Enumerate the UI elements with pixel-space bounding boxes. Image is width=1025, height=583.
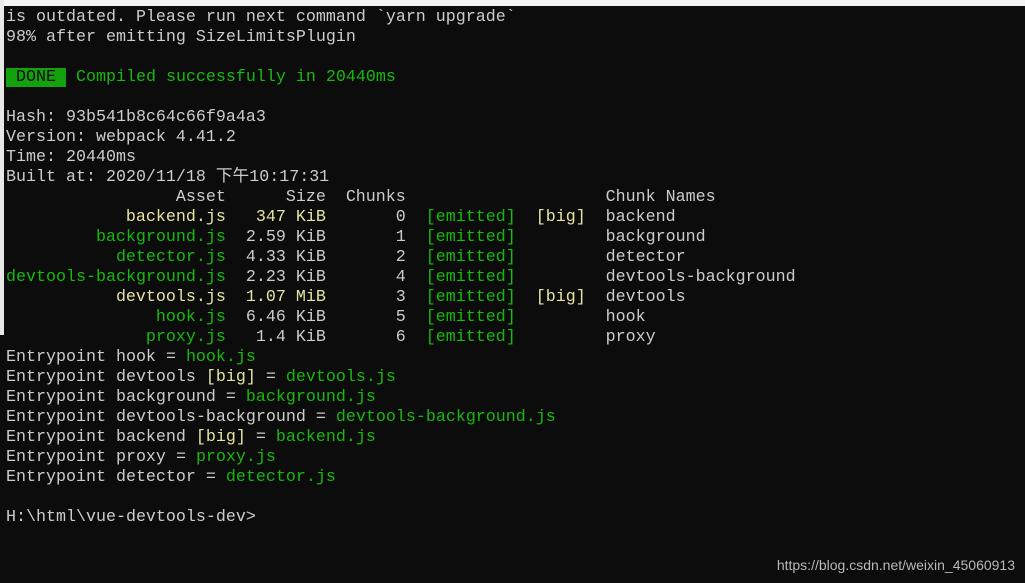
entrypoint-line: Entrypoint devtools [big] = devtools.js bbox=[6, 368, 1025, 388]
entrypoint-line: Entrypoint detector = detector.js bbox=[6, 468, 1025, 488]
window-top-edge bbox=[0, 0, 1025, 6]
hash-line: Hash: 93b541b8c64c66f9a4a3 bbox=[6, 108, 266, 127]
asset-size: 347 KiB bbox=[255, 208, 326, 227]
progress-message: 98% after emitting SizeLimitsPlugin bbox=[6, 28, 356, 47]
big-flag: [big] bbox=[535, 208, 586, 227]
emitted-status: [emitted] bbox=[425, 288, 516, 307]
asset-size: 4.33 KiB bbox=[245, 248, 326, 267]
emitted-status: [emitted] bbox=[425, 228, 516, 247]
entrypoint-file: detector.js bbox=[225, 468, 336, 487]
equals-sign: = bbox=[225, 388, 236, 407]
equals-sign: = bbox=[175, 448, 186, 467]
entrypoint-file: backend.js bbox=[275, 428, 376, 447]
asset-size: 1.4 KiB bbox=[255, 328, 326, 347]
background-window-edge bbox=[0, 0, 4, 335]
entrypoint-file: hook.js bbox=[185, 348, 256, 367]
entrypoint-name: Entrypoint proxy bbox=[6, 448, 166, 467]
outdated-message: is outdated. Please run next command `ya… bbox=[6, 8, 516, 27]
asset-size: 6.46 KiB bbox=[245, 308, 326, 327]
asset-chunks: 4 bbox=[395, 268, 406, 287]
chunk-names: hook bbox=[605, 308, 646, 327]
table-row: detector.js 4.33 KiB 2 [emitted] detecto… bbox=[6, 248, 1025, 268]
asset-name: detector.js bbox=[115, 248, 226, 267]
asset-name: backend.js bbox=[125, 208, 226, 227]
asset-chunks: 5 bbox=[395, 308, 406, 327]
asset-size: 2.59 KiB bbox=[245, 228, 326, 247]
table-row: proxy.js 1.4 KiB 6 [emitted] proxy bbox=[6, 328, 1025, 348]
entrypoint-name: Entrypoint backend bbox=[6, 428, 186, 447]
asset-chunks: 2 bbox=[395, 248, 406, 267]
header-size: Size bbox=[285, 188, 326, 207]
big-flag bbox=[536, 308, 586, 328]
asset-chunks: 1 bbox=[395, 228, 406, 247]
table-row: devtools.js 1.07 MiB 3 [emitted] [big] d… bbox=[6, 288, 1025, 308]
equals-sign: = bbox=[265, 368, 276, 387]
version-line: Version: webpack 4.41.2 bbox=[6, 128, 236, 147]
entrypoint-line: Entrypoint proxy = proxy.js bbox=[6, 448, 1025, 468]
time-line: Time: 20440ms bbox=[6, 148, 136, 167]
asset-chunks: 0 bbox=[395, 208, 406, 227]
asset-size: 2.23 KiB bbox=[245, 268, 326, 287]
asset-name: hook.js bbox=[155, 308, 226, 327]
equals-sign: = bbox=[315, 408, 326, 427]
asset-chunks: 3 bbox=[395, 288, 406, 307]
entrypoint-file: devtools.js bbox=[285, 368, 396, 387]
table-row: background.js 2.59 KiB 1 [emitted] backg… bbox=[6, 228, 1025, 248]
asset-name: background.js bbox=[95, 228, 226, 247]
big-flag: [big] bbox=[535, 288, 586, 307]
entrypoint-name: Entrypoint detector bbox=[6, 468, 196, 487]
entrypoint-name: Entrypoint background bbox=[6, 388, 216, 407]
chunk-names: proxy bbox=[605, 328, 656, 347]
emitted-status: [emitted] bbox=[425, 268, 516, 287]
big-flag bbox=[536, 328, 586, 348]
table-row: devtools-background.js 2.23 KiB 4 [emitt… bbox=[6, 268, 1025, 288]
emitted-status: [emitted] bbox=[425, 208, 516, 227]
asset-name: devtools.js bbox=[115, 288, 226, 307]
compile-status: DONE Compiled successfully in 20440ms bbox=[6, 68, 1025, 88]
big-flag: [big] bbox=[205, 368, 256, 387]
entrypoint-file: devtools-background.js bbox=[335, 408, 556, 427]
built-at-line: Built at: 2020/11/18 下午10:17:31 bbox=[6, 168, 330, 187]
chunk-names: devtools-background bbox=[605, 268, 796, 287]
terminal-output[interactable]: is outdated. Please run next command `ya… bbox=[6, 8, 1025, 528]
asset-name: proxy.js bbox=[145, 328, 226, 347]
entrypoint-line: Entrypoint devtools-background = devtool… bbox=[6, 408, 1025, 428]
asset-chunks: 6 bbox=[395, 328, 406, 347]
command-prompt[interactable]: H:\html\vue-devtools-dev> bbox=[6, 508, 1025, 528]
asset-table-header: Asset Size Chunks Chunk Names bbox=[6, 188, 1025, 208]
big-flag: [big] bbox=[195, 428, 246, 447]
table-row: backend.js 347 KiB 0 [emitted] [big] bac… bbox=[6, 208, 1025, 228]
emitted-status: [emitted] bbox=[425, 328, 516, 347]
entrypoint-file: background.js bbox=[245, 388, 376, 407]
chunk-names: background bbox=[605, 228, 706, 247]
emitted-status: [emitted] bbox=[425, 308, 516, 327]
equals-sign: = bbox=[255, 428, 266, 447]
emitted-status: [emitted] bbox=[425, 248, 516, 267]
done-badge: DONE bbox=[6, 68, 66, 87]
chunk-names: devtools bbox=[605, 288, 686, 307]
chunk-names: detector bbox=[605, 248, 686, 267]
equals-sign: = bbox=[205, 468, 216, 487]
equals-sign: = bbox=[165, 348, 176, 367]
entrypoint-line: Entrypoint hook = hook.js bbox=[6, 348, 1025, 368]
big-flag bbox=[536, 228, 586, 248]
header-chunk-names: Chunk Names bbox=[605, 188, 716, 207]
entrypoint-line: Entrypoint backend [big] = backend.js bbox=[6, 428, 1025, 448]
header-asset: Asset bbox=[175, 188, 226, 207]
entrypoint-line: Entrypoint background = background.js bbox=[6, 388, 1025, 408]
entrypoint-name: Entrypoint devtools bbox=[6, 368, 196, 387]
big-flag bbox=[536, 248, 586, 268]
entrypoint-name: Entrypoint hook bbox=[6, 348, 156, 367]
table-row: hook.js 6.46 KiB 5 [emitted] hook bbox=[6, 308, 1025, 328]
watermark: https://blog.csdn.net/weixin_45060913 bbox=[776, 557, 1015, 573]
asset-size: 1.07 MiB bbox=[245, 288, 326, 307]
big-flag bbox=[536, 268, 586, 288]
entrypoint-name: Entrypoint devtools-background bbox=[6, 408, 306, 427]
asset-name: devtools-background.js bbox=[6, 268, 226, 287]
entrypoint-file: proxy.js bbox=[195, 448, 276, 467]
chunk-names: backend bbox=[605, 208, 676, 227]
header-chunks: Chunks bbox=[345, 188, 406, 207]
compiled-message: Compiled successfully in 20440ms bbox=[75, 68, 396, 87]
